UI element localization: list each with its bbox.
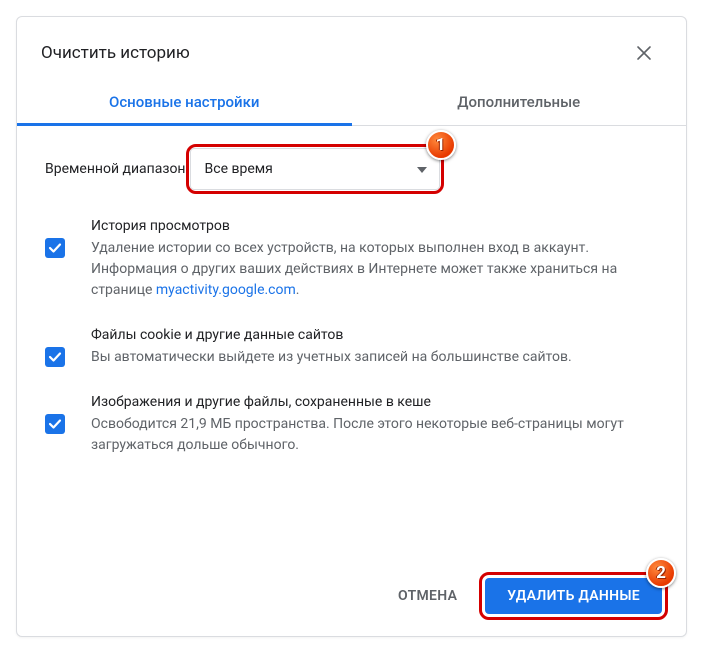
option-row-cache: Изображения и другие файлы, сохраненные … <box>45 394 658 456</box>
dialog-header: Очистить историю <box>17 17 686 79</box>
dialog-content: Временной диапазон Все время 1 История п… <box>17 126 686 560</box>
checkbox-history[interactable] <box>45 238 65 258</box>
check-icon <box>48 241 62 255</box>
time-range-select[interactable]: Все время <box>190 148 440 190</box>
delete-data-button[interactable]: УДАЛИТЬ ДАННЫЕ <box>485 578 662 614</box>
option-title-history: История просмотров <box>91 218 658 234</box>
option-desc-cookies: Вы автоматически выйдете из учетных запи… <box>91 347 658 368</box>
time-range-label: Временной диапазон <box>45 161 186 177</box>
myactivity-link[interactable]: myactivity.google.com <box>156 282 296 298</box>
time-range-value: Все время <box>205 161 273 177</box>
option-title-cookies: Файлы cookie и другие данные сайтов <box>91 327 658 343</box>
dialog-title: Очистить историю <box>41 43 626 63</box>
check-icon <box>48 417 62 431</box>
option-desc-cache: Освободится 21,9 МБ пространства. После … <box>91 414 658 456</box>
check-icon <box>48 350 62 364</box>
checkbox-cache[interactable] <box>45 414 65 434</box>
time-range-row: Временной диапазон Все время 1 <box>45 148 658 190</box>
cancel-button[interactable]: ОТМЕНА <box>384 578 471 614</box>
checkbox-cookies[interactable] <box>45 347 65 367</box>
dialog-footer: ОТМЕНА УДАЛИТЬ ДАННЫЕ 2 <box>17 560 686 636</box>
tab-basic[interactable]: Основные настройки <box>17 79 352 125</box>
option-row-cookies: Файлы cookie и другие данные сайтов Вы а… <box>45 327 658 368</box>
close-button[interactable] <box>626 35 662 71</box>
tab-bar: Основные настройки Дополнительные <box>17 79 686 126</box>
option-title-cache: Изображения и другие файлы, сохраненные … <box>91 394 658 410</box>
option-row-history: История просмотров Удаление истории со в… <box>45 218 658 301</box>
tab-advanced[interactable]: Дополнительные <box>352 79 687 125</box>
close-icon <box>636 45 652 61</box>
chevron-down-icon <box>417 161 427 177</box>
option-desc-history: Удаление истории со всех устройств, на к… <box>91 238 658 301</box>
clear-browsing-data-dialog: Очистить историю Основные настройки Допо… <box>16 16 687 637</box>
